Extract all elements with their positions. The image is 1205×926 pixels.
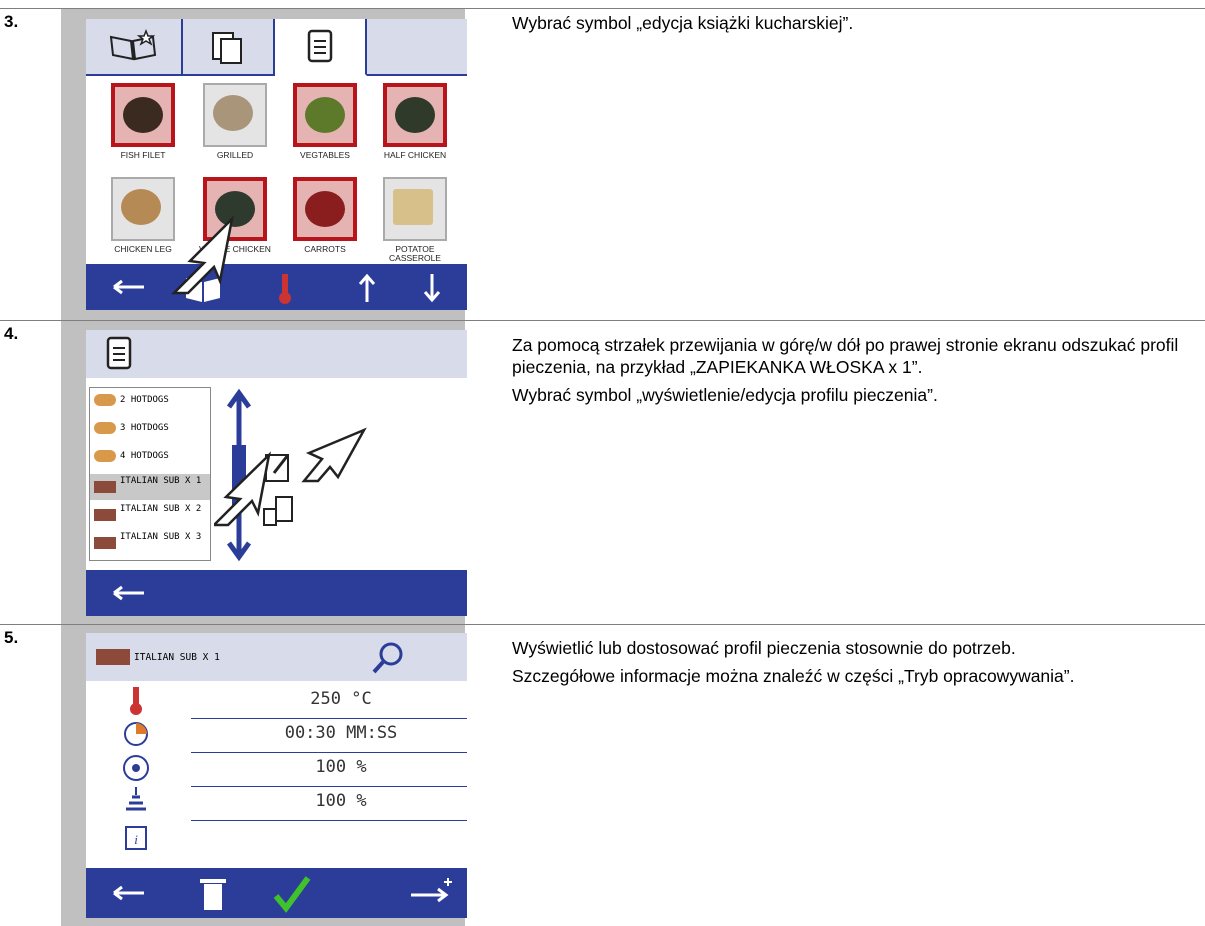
tile-label: GRILLED — [216, 150, 254, 160]
bottom-toolbar — [86, 570, 467, 616]
profile-detail-screen: ITALIAN SUB X 1 i 250 °C 00:30 MM:SS 100… — [86, 633, 467, 918]
delete-profile-icon[interactable] — [263, 496, 293, 526]
instruction-text: Wybrać symbol „wyświetlenie/edycja profi… — [512, 385, 938, 405]
trash-icon[interactable] — [200, 879, 226, 910]
list-item[interactable]: ITALIAN SUB X 2 — [90, 502, 210, 528]
step-instructions: Wybrać symbol „edycja książki kucharskie… — [512, 12, 1202, 40]
screenshot-frame: 2 HOTDOGS 3 HOTDOGS 4 HOTDOGS ITALIAN SU… — [61, 321, 467, 624]
row-divider — [191, 820, 467, 821]
list-item[interactable]: 2 HOTDOGS — [90, 388, 210, 413]
temperature-value[interactable]: 250 °C — [196, 689, 467, 709]
screen-header: ITALIAN SUB X 1 — [86, 633, 467, 681]
steam-icon — [126, 787, 146, 811]
fan-icon — [123, 755, 149, 781]
zoom-search-icon[interactable] — [371, 641, 405, 675]
scroll-controls — [214, 388, 367, 562]
notepad-icon — [307, 29, 333, 63]
instruction-text: Za pomocą strzałek przewijania w górę/w … — [512, 335, 1179, 377]
row-divider — [191, 786, 467, 787]
tile-label: CARROTS — [304, 244, 346, 254]
list-item-selected[interactable]: ITALIAN SUB X 1 — [90, 474, 210, 500]
cookbook-screen: FISH FILET GRILLED VEGTABLES HALF CHICKE… — [86, 19, 467, 310]
copy-pages-icon — [212, 32, 242, 64]
recipe-tile[interactable] — [293, 83, 357, 147]
row-divider — [191, 752, 467, 753]
step-instructions: Za pomocą strzałek przewijania w górę/w … — [512, 334, 1202, 412]
recipe-tile[interactable] — [203, 83, 267, 147]
tile-label: POTATOE CASSEROLE — [389, 244, 441, 263]
recipe-tile[interactable] — [383, 177, 447, 241]
fan-value[interactable]: 100 % — [196, 757, 467, 777]
time-value[interactable]: 00:30 MM:SS — [196, 723, 467, 743]
recipe-list-screen: 2 HOTDOGS 3 HOTDOGS 4 HOTDOGS ITALIAN SU… — [86, 330, 467, 616]
recipe-tile[interactable] — [293, 177, 357, 241]
list-item[interactable]: 3 HOTDOGS — [90, 416, 210, 441]
cookbook-star-icon — [109, 28, 157, 61]
thermometer-icon[interactable] — [279, 274, 291, 304]
tab-bar — [86, 19, 467, 76]
list-item[interactable]: 4 HOTDOGS — [90, 444, 210, 469]
screen-header — [86, 330, 467, 378]
scroll-up-icon[interactable] — [226, 388, 252, 445]
tile-label: FISH FILET — [120, 150, 166, 160]
tab-edit[interactable] — [275, 19, 367, 76]
info-icon: i — [125, 826, 147, 850]
step-number: 5. — [4, 628, 19, 647]
screenshot-frame: FISH FILET GRILLED VEGTABLES HALF CHICKE… — [61, 9, 467, 320]
timer-icon — [124, 722, 148, 746]
next-add-arrow-icon[interactable] — [411, 878, 452, 903]
row-divider — [191, 718, 467, 719]
list-item-label: 3 HOTDOGS — [120, 423, 169, 433]
tile-label: VEGTABLES — [300, 150, 350, 160]
recipe-tile[interactable] — [383, 83, 447, 147]
pointer-arrow-icon — [170, 215, 235, 295]
list-item-label: ITALIAN SUB X 2 — [120, 504, 202, 514]
step-number: 3. — [4, 12, 19, 31]
list-item-label: ITALIAN SUB X 3 — [120, 532, 202, 542]
back-arrow-icon[interactable] — [113, 885, 144, 901]
list-item[interactable]: ITALIAN SUB X 3 — [90, 530, 210, 556]
tile-label: HALF CHICKEN — [383, 150, 447, 160]
recipe-list[interactable]: 2 HOTDOGS 3 HOTDOGS 4 HOTDOGS ITALIAN SU… — [89, 387, 211, 561]
pointer-arrow-icon — [301, 427, 367, 483]
back-arrow-icon[interactable] — [113, 279, 144, 295]
tab-copy[interactable] — [183, 19, 275, 74]
profile-title: ITALIAN SUB X 1 — [134, 652, 220, 663]
thermometer-icon — [130, 687, 142, 715]
tab-cookbook[interactable] — [86, 19, 183, 74]
notepad-icon — [106, 336, 132, 370]
list-item-label: 4 HOTDOGS — [120, 451, 169, 461]
bottom-toolbar — [86, 264, 467, 310]
step-instructions: Wyświetlić lub dostosować profil pieczen… — [512, 637, 1202, 693]
checkmark-icon[interactable] — [273, 876, 311, 913]
recipe-tile[interactable] — [111, 83, 175, 147]
recipe-thumbnail — [96, 649, 130, 665]
screenshot-frame: ITALIAN SUB X 1 i 250 °C 00:30 MM:SS 100… — [61, 625, 467, 926]
instruction-text: Wyświetlić lub dostosować profil pieczen… — [512, 638, 1016, 658]
instruction-text: Wybrać symbol „edycja książki kucharskie… — [512, 13, 854, 33]
list-item-label: ITALIAN SUB X 1 — [120, 476, 202, 486]
instruction-text: Szczegółowe informacje można znaleźć w c… — [512, 666, 1075, 686]
step-number: 4. — [4, 324, 19, 343]
svg-text:i: i — [134, 832, 138, 847]
arrow-up-icon[interactable] — [358, 273, 376, 302]
parameter-icons: i — [123, 687, 149, 850]
list-item-label: 2 HOTDOGS — [120, 395, 169, 405]
arrow-down-icon[interactable] — [423, 274, 441, 303]
steam-value[interactable]: 100 % — [196, 791, 467, 811]
bottom-toolbar — [86, 868, 467, 918]
back-arrow-icon[interactable] — [113, 585, 144, 601]
